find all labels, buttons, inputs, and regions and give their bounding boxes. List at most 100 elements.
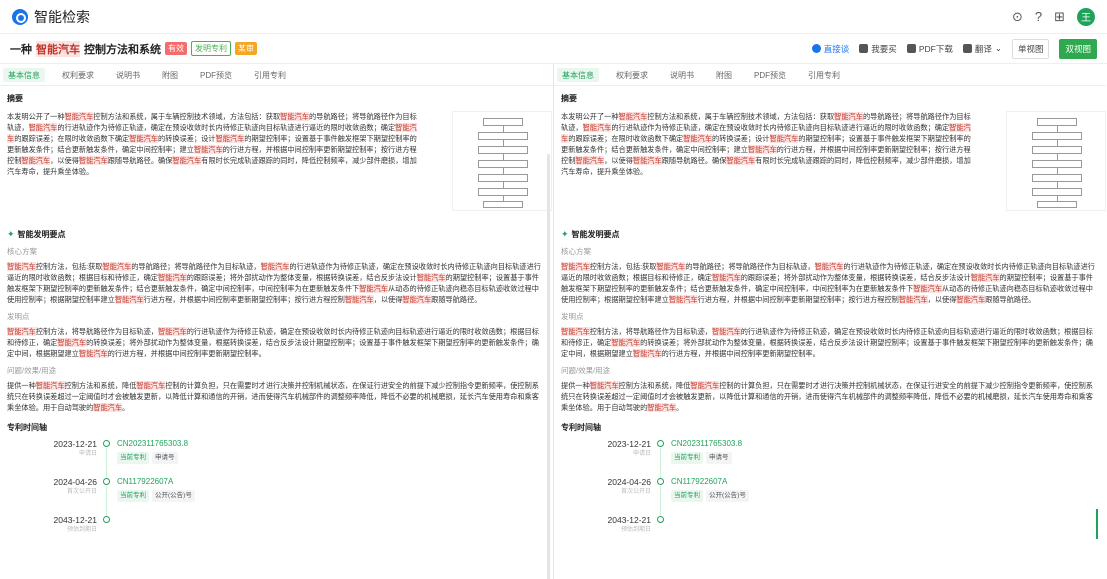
direct-contact-button[interactable]: 直接谈 — [811, 43, 850, 55]
tab-pdf-preview[interactable]: PDF预览 — [754, 70, 786, 85]
chat-bubble-icon — [811, 44, 821, 53]
timeline-date: 2043-12-21 — [53, 515, 97, 525]
translate-button[interactable]: 翻译 ⌄ — [962, 43, 1002, 55]
core-text: 智能汽车控制方法，包括:获取智能汽车的导航路径；将导航路径作为目标轨迹，智能汽车… — [561, 262, 1095, 304]
dual-view-button[interactable]: 双视图 — [1059, 38, 1097, 59]
timeline-date: 2023-12-21 — [607, 439, 651, 449]
tab-drawings[interactable]: 附图 — [162, 70, 178, 85]
timeline-tag: 当前专利 — [671, 452, 703, 464]
timeline-item: 2023-12-21 申请日 CN202311765303.8 当前专利 申请号 — [27, 439, 546, 479]
right-pane: 基本信息 权利要求 说明书 附图 PDF预览 引用专利 摘要 本发明公开了一种智… — [553, 64, 1106, 579]
review-badge: 某审 — [235, 42, 257, 55]
timeline-tag: 当前专利 — [117, 452, 149, 464]
timeline-dot — [657, 477, 665, 517]
timeline-tag: 公开(公告)号 — [706, 490, 749, 502]
timeline-tag: 公开(公告)号 — [152, 490, 195, 502]
timeline-dot — [103, 439, 111, 479]
timeline-date-sub: 预估到期日 — [66, 527, 97, 533]
timeline-number[interactable]: CN117922607A — [117, 477, 195, 487]
patent-timeline: 2023-12-21 申请日 CN202311765303.8 当前专利 申请号 2… — [7, 439, 546, 553]
pdf-download-button[interactable]: PDF下载 — [906, 43, 953, 55]
timeline-date: 2024-04-26 — [607, 477, 651, 487]
tab-description[interactable]: 说明书 — [670, 70, 694, 85]
type-badge: 发明专利 — [191, 41, 231, 56]
tab-claims[interactable]: 权利要求 — [62, 70, 94, 85]
document-title: 一种 智能汽车 控制方法和系统 有效 发明专利 某审 — [10, 40, 257, 57]
app-title: 智能检索 — [34, 8, 90, 25]
timeline-date-sub: 申请日 — [632, 451, 651, 457]
timeline-dot — [103, 515, 111, 553]
pdf-download-label: PDF下载 — [918, 43, 953, 54]
abstract-figure[interactable] — [452, 111, 552, 211]
app-brand[interactable]: 智能检索 — [12, 7, 90, 27]
tab-claims[interactable]: 权利要求 — [616, 70, 648, 85]
highlights-heading-label: 智能发明要点 — [17, 230, 66, 239]
core-label: 核心方案 — [561, 247, 591, 256]
tab-citations[interactable]: 引用专利 — [808, 70, 840, 85]
timeline-tag: 当前专利 — [117, 490, 149, 502]
tab-citations[interactable]: 引用专利 — [254, 70, 286, 85]
buy-button[interactable]: 我要买 — [859, 43, 897, 55]
effect-text: 提供一种智能汽车控制方法和系统，降低智能汽车控制的计算负担，只在需要时才进行决策… — [561, 381, 1093, 412]
top-bar: 智能检索 ⊙ ? ⊞ 王 — [0, 0, 1107, 34]
timeline-date-sub: 预估到期日 — [620, 527, 651, 533]
document-title-bar: 一种 智能汽车 控制方法和系统 有效 发明专利 某审 直接谈 我要买 PDF下载 翻… — [0, 34, 1107, 64]
timeline-item: 2024-04-26 首次公开日 CN117922607A 当前专利 公开(公告)号 — [581, 477, 1099, 517]
tab-basic-info[interactable]: 基本信息 — [3, 68, 45, 82]
point-text: 智能汽车控制方法，将导航路径作为目标轨迹，智能汽车的行进轨迹作为待修正轨迹，确定… — [7, 327, 539, 358]
chevron-down-icon: ⌄ — [994, 43, 1002, 53]
timeline-dot — [657, 439, 665, 479]
title-highlight: 智能汽车 — [36, 40, 80, 57]
timeline-date: 2024-04-26 — [53, 477, 97, 487]
scrollbar[interactable] — [547, 154, 550, 579]
timeline-number[interactable]: CN202311765303.8 — [671, 439, 742, 449]
effect-label: 问题/效果/用途 — [561, 366, 611, 375]
title-suffix: 控制方法和系统 — [84, 43, 161, 56]
highlights-heading: ✦ 智能发明要点 — [7, 229, 546, 240]
abstract-heading: 摘要 — [7, 94, 23, 103]
tab-basic-info[interactable]: 基本信息 — [557, 68, 599, 82]
timeline-item: 2043-12-21 预估到期日 — [27, 515, 546, 553]
pdf-icon — [906, 44, 916, 53]
effect-label: 问题/效果/用途 — [7, 366, 57, 375]
translate-icon — [962, 44, 972, 53]
tab-drawings[interactable]: 附图 — [716, 70, 732, 85]
timeline-date: 2023-12-21 — [53, 439, 97, 449]
tab-pdf-preview[interactable]: PDF预览 — [200, 70, 232, 85]
direct-contact-label: 直接谈 — [823, 43, 850, 54]
core-label: 核心方案 — [7, 247, 37, 256]
buy-label: 我要买 — [871, 43, 897, 54]
help-icon[interactable]: ? — [1035, 9, 1042, 24]
apps-icon[interactable]: ⊞ — [1054, 9, 1065, 25]
timeline-item: 2024-04-26 首次公开日 CN117922607A 当前专利 公开(公告)号 — [27, 477, 546, 517]
abstract-figure[interactable] — [1006, 111, 1106, 211]
timeline-date-sub: 首次公开日 — [66, 489, 97, 495]
tab-bar: 基本信息 权利要求 说明书 附图 PDF预览 引用专利 — [554, 64, 1106, 86]
timeline-tag: 当前专利 — [671, 490, 703, 502]
timeline-heading-label: 专利时间轴 — [561, 423, 601, 432]
core-text: 智能汽车控制方法，包括:获取智能汽车的导航路径；将导航路径作为目标轨迹，智能汽车… — [7, 262, 541, 304]
abstract-text: 本发明公开了一种智能汽车控制方法和系统，属于车辆控制技术领域，方法包括：获取智能… — [7, 112, 417, 176]
timeline-tag: 申请号 — [152, 452, 178, 464]
highlights-heading: ✦ 智能发明要点 — [561, 229, 1099, 240]
chat-icon[interactable]: ⊙ — [1012, 9, 1023, 25]
timeline-date: 2043-12-21 — [607, 515, 651, 525]
single-view-button[interactable]: 单视图 — [1011, 38, 1050, 59]
timeline-dot — [657, 515, 665, 553]
sparkle-icon: ✦ — [561, 229, 569, 239]
cart-icon — [859, 44, 869, 53]
patent-timeline: 2023-12-21 申请日 CN202311765303.8 当前专利 申请号 2… — [561, 439, 1099, 553]
timeline-date-sub: 首次公开日 — [620, 489, 651, 495]
avatar[interactable]: 王 — [1077, 7, 1095, 26]
scrollbar[interactable] — [1096, 509, 1098, 539]
abstract-text: 本发明公开了一种智能汽车控制方法和系统，属于车辆控制技术领域，方法包括：获取智能… — [561, 112, 971, 176]
point-text: 智能汽车控制方法，将导航路径作为目标轨迹，智能汽车的行进轨迹作为待修正轨迹，确定… — [561, 327, 1093, 358]
tab-description[interactable]: 说明书 — [116, 70, 140, 85]
timeline-number[interactable]: CN117922607A — [671, 477, 749, 487]
logo-icon — [12, 8, 28, 25]
timeline-tag: 申请号 — [706, 452, 732, 464]
status-badge: 有效 — [165, 42, 187, 55]
timeline-item: 2043-12-21 预估到期日 — [581, 515, 1099, 553]
timeline-number[interactable]: CN202311765303.8 — [117, 439, 188, 449]
timeline-item: 2023-12-21 申请日 CN202311765303.8 当前专利 申请号 — [581, 439, 1099, 479]
